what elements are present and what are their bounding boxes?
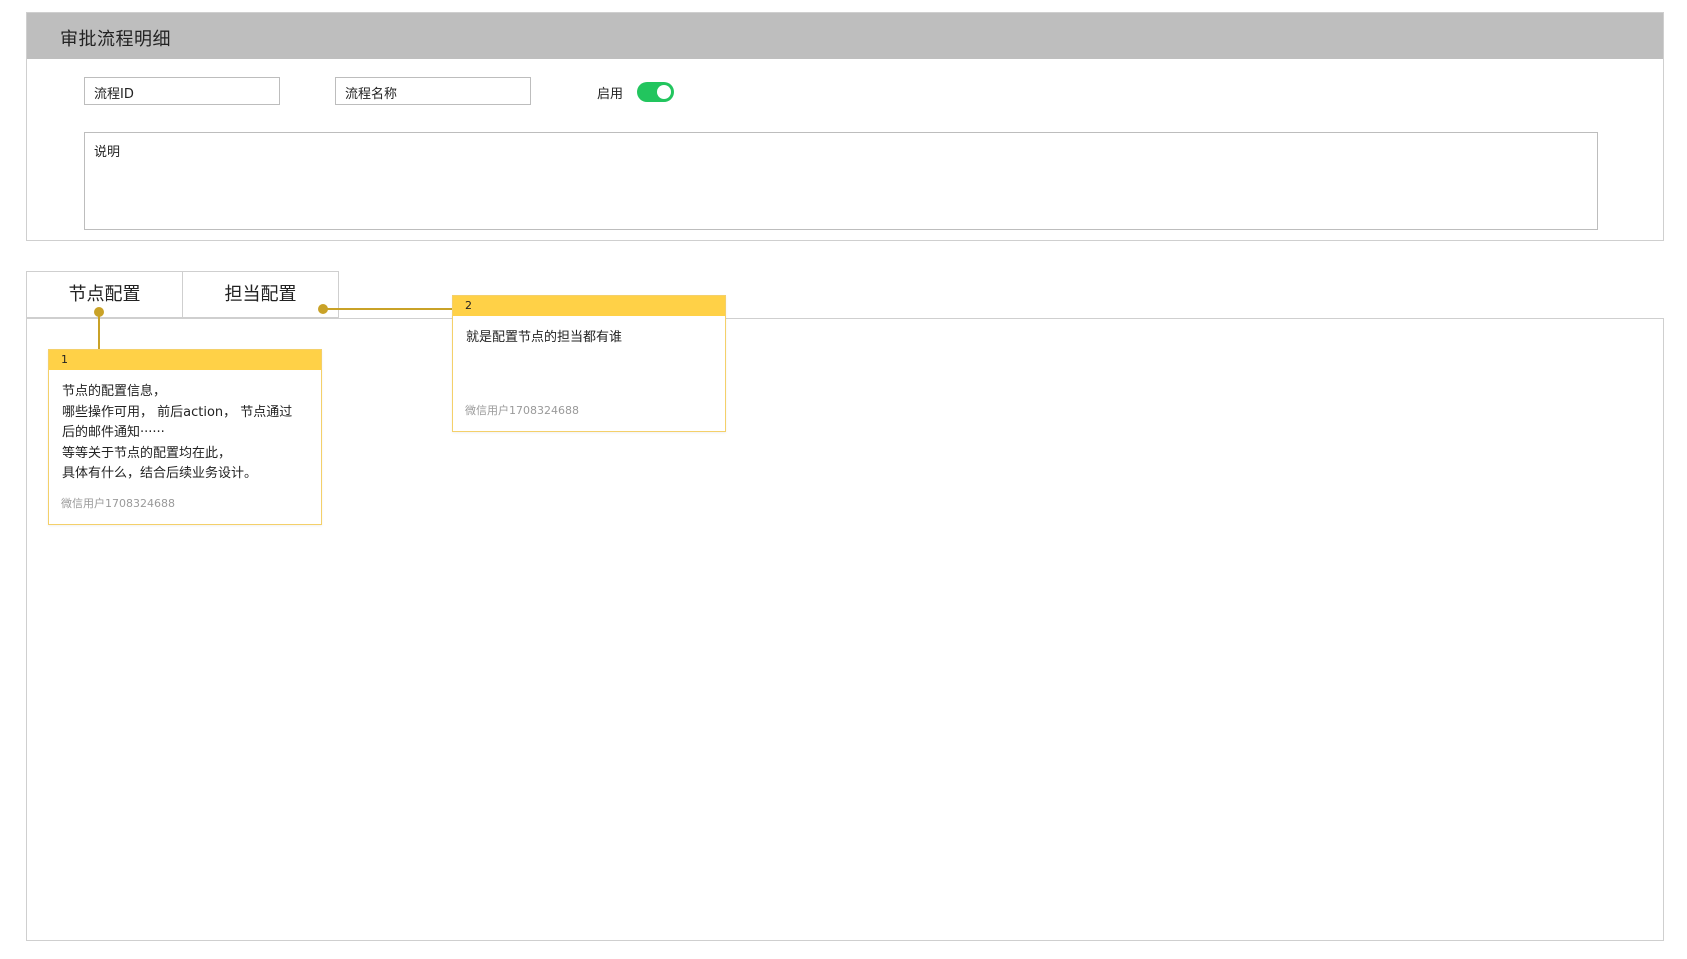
enable-label: 启用 bbox=[597, 87, 624, 102]
note-author: 微信用户1708324688 bbox=[61, 497, 175, 510]
page: 审批流程明细 流程ID 流程名称 启用 说明 节点配置 担当配置 1 节点的配置… bbox=[0, 0, 1687, 959]
description-textarea[interactable]: 说明 bbox=[84, 132, 1598, 230]
note-author: 微信用户1708324688 bbox=[465, 404, 579, 417]
note-number: 1 bbox=[49, 350, 321, 370]
tab-node-config[interactable]: 节点配置 bbox=[26, 271, 183, 318]
note-text: 节点的配置信息， 哪些操作可用， 前后action， 节点通过 后的邮件通知··… bbox=[62, 384, 293, 481]
note-1-anchor-dot bbox=[94, 307, 104, 317]
note-text: 就是配置节点的担当都有谁 bbox=[466, 330, 623, 345]
process-detail-panel: 审批流程明细 流程ID 流程名称 启用 说明 bbox=[26, 12, 1664, 241]
annotation-note-2[interactable]: 2 就是配置节点的担当都有谁 微信用户1708324688 bbox=[452, 295, 726, 432]
panel-header: 审批流程明细 bbox=[27, 13, 1663, 59]
page-title: 审批流程明细 bbox=[60, 29, 171, 50]
note-number: 2 bbox=[453, 296, 725, 316]
note-2-connector bbox=[323, 308, 453, 310]
annotation-note-1[interactable]: 1 节点的配置信息， 哪些操作可用， 前后action， 节点通过 后的邮件通知… bbox=[48, 349, 322, 525]
tab-assignee-config[interactable]: 担当配置 bbox=[182, 271, 339, 318]
flow-name-input[interactable]: 流程名称 bbox=[335, 77, 531, 105]
note-1-connector bbox=[98, 312, 100, 350]
enable-toggle[interactable] bbox=[637, 82, 674, 102]
flow-id-input[interactable]: 流程ID bbox=[84, 77, 280, 105]
note-2-anchor-dot bbox=[318, 304, 328, 314]
toggle-knob bbox=[657, 85, 671, 99]
